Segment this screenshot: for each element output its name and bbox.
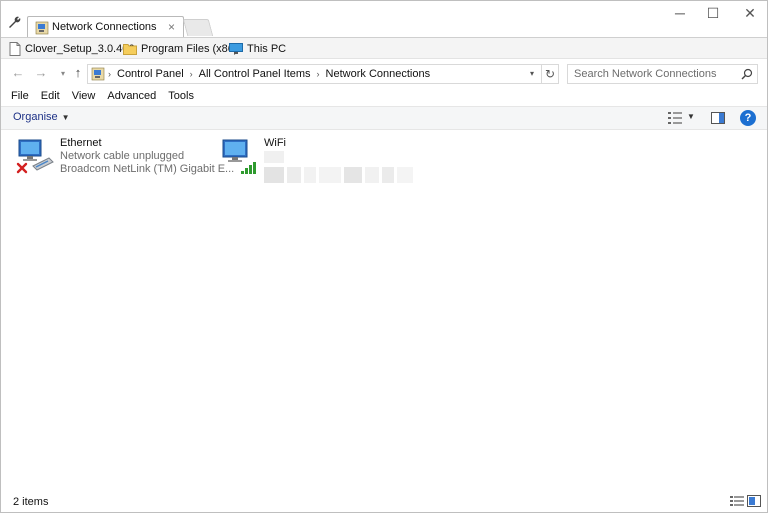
forward-button[interactable]: → — [33, 66, 49, 82]
recent-locations-button[interactable]: ▾ — [55, 66, 71, 82]
menu-advanced[interactable]: Advanced — [101, 88, 162, 106]
preview-pane-icon[interactable] — [711, 112, 725, 124]
details-view-icon[interactable] — [730, 495, 744, 507]
redacted-device-name — [264, 167, 413, 183]
bookmark-label: This PC — [247, 43, 287, 55]
ethernet-adapter-icon — [15, 136, 55, 176]
tiles-view-icon[interactable] — [747, 495, 761, 507]
control-panel-icon — [91, 67, 105, 81]
bookmark-label: Program Files (x86) — [141, 43, 238, 55]
breadcrumb: › Control Panel › All Control Panel Item… — [108, 68, 430, 80]
chevron-down-icon: ▼ — [61, 112, 70, 122]
computer-icon — [229, 43, 243, 54]
explorer-window: Network Connections × ─ ☐ ✕ Clover_Setup… — [0, 0, 768, 513]
maximize-button[interactable]: ☐ — [695, 5, 731, 23]
tab-network-connections[interactable]: Network Connections × — [27, 16, 184, 38]
menu-view[interactable]: View — [66, 88, 102, 106]
signal-strength-icon — [241, 162, 256, 174]
breadcrumb-control-panel[interactable]: Control Panel — [117, 68, 184, 80]
bookmark-label: Clover_Setup_3.0.406 — [25, 43, 135, 55]
organise-label: Organise — [13, 111, 58, 123]
breadcrumb-separator[interactable]: › — [190, 69, 193, 79]
redacted-network-name — [264, 151, 413, 163]
breadcrumb-network-connections[interactable]: Network Connections — [326, 68, 431, 80]
bookmark-this-pc[interactable]: This PC — [229, 42, 286, 56]
connections-list: Ethernet Network cable unplugged Broadco… — [1, 131, 767, 491]
address-bar[interactable]: › Control Panel › All Control Panel Item… — [87, 64, 542, 84]
refresh-button[interactable]: ↻ — [542, 64, 559, 84]
change-view-icon[interactable] — [667, 111, 683, 125]
connection-details: Ethernet Network cable unplugged Broadco… — [60, 137, 234, 176]
connection-wifi[interactable]: WiFi — [219, 134, 419, 183]
command-bar: Organise ▼ ▼ ? — [1, 106, 767, 130]
search-input[interactable] — [568, 65, 738, 83]
breadcrumb-separator: › — [108, 69, 111, 79]
menu-bar: File Edit View Advanced Tools — [1, 88, 767, 106]
connection-device: Broadcom NetLink (TM) Gigabit E... — [60, 163, 235, 175]
organise-button[interactable]: Organise ▼ — [13, 111, 70, 123]
navigation-row: ← → ▾ ↑ › Control Panel › All Control Pa… — [1, 60, 767, 88]
minimize-button[interactable]: ─ — [662, 5, 698, 23]
close-window-button[interactable]: ✕ — [732, 5, 768, 23]
up-button[interactable]: ↑ — [70, 66, 86, 82]
search-icon[interactable] — [741, 68, 753, 80]
bookmark-program-files[interactable]: Program Files (x86) — [123, 42, 238, 56]
help-icon[interactable]: ? — [740, 110, 756, 126]
menu-file[interactable]: File — [5, 88, 35, 106]
disconnected-x-icon — [16, 162, 28, 174]
wrench-icon[interactable] — [7, 15, 23, 31]
connection-name: Ethernet — [60, 137, 102, 149]
connection-ethernet[interactable]: Ethernet Network cable unplugged Broadco… — [15, 134, 234, 180]
tab-title: Network Connections — [52, 21, 157, 33]
new-tab-button[interactable] — [182, 19, 214, 36]
view-options-chevron-icon[interactable]: ▼ — [687, 112, 695, 121]
menu-edit[interactable]: Edit — [35, 88, 66, 106]
folder-icon — [123, 44, 137, 55]
document-icon — [9, 42, 21, 56]
status-bar: 2 items — [1, 491, 767, 512]
search-box — [567, 64, 758, 84]
item-count: 2 items — [13, 496, 49, 508]
network-connections-icon — [35, 21, 49, 35]
bookmarks-bar: Clover_Setup_3.0.406 Program Files (x86)… — [1, 37, 767, 59]
breadcrumb-all-items[interactable]: All Control Panel Items — [199, 68, 311, 80]
wifi-adapter-icon — [219, 136, 259, 176]
connection-status: Network cable unplugged — [60, 150, 185, 162]
bookmark-clover-setup[interactable]: Clover_Setup_3.0.406 — [9, 42, 134, 56]
back-button[interactable]: ← — [10, 66, 26, 82]
menu-tools[interactable]: Tools — [162, 88, 200, 106]
connection-name: WiFi — [264, 137, 286, 149]
title-bar: Network Connections × ─ ☐ ✕ — [1, 1, 768, 38]
tab-close-icon[interactable]: × — [168, 20, 175, 34]
breadcrumb-separator[interactable]: › — [317, 69, 320, 79]
connection-details: WiFi — [264, 137, 413, 183]
address-history-dropdown[interactable]: ▾ — [525, 67, 539, 81]
